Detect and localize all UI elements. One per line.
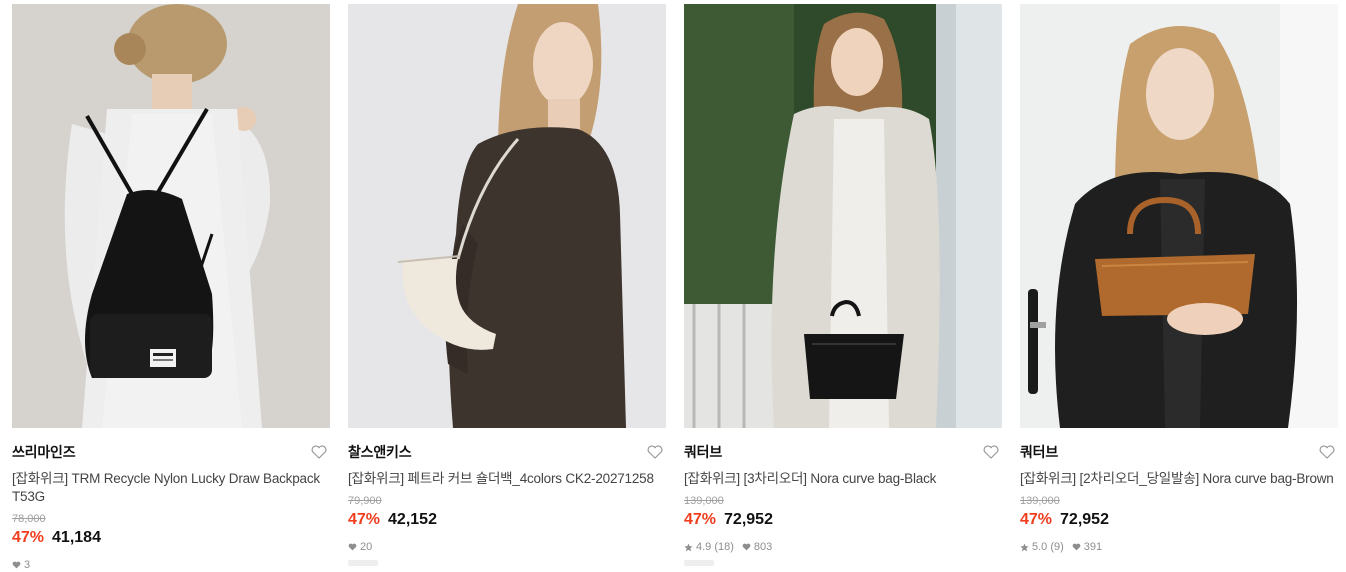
brand-name[interactable]: 찰스앤키스 xyxy=(348,442,412,462)
product-name[interactable]: [잡화위크] TRM Recycle Nylon Lucky Draw Back… xyxy=(12,470,330,506)
shoulder-bag-photo xyxy=(348,4,666,428)
star-icon xyxy=(684,542,693,551)
backpack-photo xyxy=(12,4,330,428)
wishlist-heart-icon[interactable] xyxy=(646,443,664,461)
product-stats: 5.0 (9) 391 xyxy=(1020,540,1338,554)
discount-rate: 47% xyxy=(1020,511,1053,528)
original-price: 139,000 xyxy=(1020,495,1060,507)
product-card[interactable]: 쿼터브 [잡화위크] [3차리오더] Nora curve bag-Black … xyxy=(684,4,1002,566)
wishlist-heart-icon[interactable] xyxy=(982,443,1000,461)
product-card[interactable]: 찰스앤키스 [잡화위크] 페트라 커브 숄더백_4colors CK2-2027… xyxy=(348,4,666,566)
sale-price: 72,952 xyxy=(724,511,773,528)
like-count-value: 803 xyxy=(753,541,773,553)
product-stats: 3 xyxy=(12,558,330,572)
wishlist-heart-icon[interactable] xyxy=(310,443,328,461)
brand-name[interactable]: 쿼터브 xyxy=(684,442,722,462)
tote-bag-black-photo xyxy=(684,4,1002,428)
product-name[interactable]: [잡화위크] 페트라 커브 숄더백_4colors CK2-20271258 xyxy=(348,470,666,488)
rating-value: 4.9 (18) xyxy=(696,541,734,553)
sale-price: 41,184 xyxy=(52,529,101,546)
like-count: 803 xyxy=(742,541,772,553)
heart-icon xyxy=(348,543,357,551)
product-grid: 쓰리마인즈 [잡화위크] TRM Recycle Nylon Lucky Dra… xyxy=(0,0,1346,571)
like-count-value: 391 xyxy=(1083,541,1103,553)
rating: 4.9 (18) xyxy=(684,541,734,553)
heart-icon xyxy=(12,561,21,569)
tote-bag-brown-photo xyxy=(1020,4,1338,428)
product-stats: 20 xyxy=(348,540,666,554)
product-image[interactable] xyxy=(12,4,330,428)
product-image[interactable] xyxy=(348,4,666,428)
product-name[interactable]: [잡화위크] [2차리오더_당일발송] Nora curve bag-Brown xyxy=(1020,470,1338,488)
product-stats: 4.9 (18) 803 xyxy=(684,540,1002,554)
original-price: 79,900 xyxy=(348,495,382,507)
heart-icon xyxy=(742,543,751,551)
original-price: 78,000 xyxy=(12,513,46,525)
discount-rate: 47% xyxy=(348,511,381,528)
discount-rate: 47% xyxy=(684,511,717,528)
product-card[interactable]: 쿼터브 [잡화위크] [2차리오더_당일발송] Nora curve bag-B… xyxy=(1020,4,1338,554)
product-image[interactable] xyxy=(684,4,1002,428)
original-price: 139,000 xyxy=(684,495,724,507)
like-count: 20 xyxy=(348,541,372,553)
star-icon xyxy=(1020,542,1029,551)
rating-value: 5.0 (9) xyxy=(1032,541,1064,553)
like-count: 391 xyxy=(1072,541,1102,553)
heart-icon xyxy=(1072,543,1081,551)
tag-chip xyxy=(348,560,378,566)
brand-name[interactable]: 쿼터브 xyxy=(1020,442,1058,462)
brand-name[interactable]: 쓰리마인즈 xyxy=(12,442,76,462)
product-image[interactable] xyxy=(1020,4,1338,428)
like-count-value: 20 xyxy=(360,541,373,553)
wishlist-heart-icon[interactable] xyxy=(1318,443,1336,461)
sale-price: 42,152 xyxy=(388,511,437,528)
like-count: 3 xyxy=(12,559,30,571)
tag-chip xyxy=(684,560,714,566)
product-card[interactable]: 쓰리마인즈 [잡화위크] TRM Recycle Nylon Lucky Dra… xyxy=(12,4,330,572)
rating: 5.0 (9) xyxy=(1020,541,1064,553)
discount-rate: 47% xyxy=(12,529,45,546)
like-count-value: 3 xyxy=(24,559,31,571)
sale-price: 72,952 xyxy=(1060,511,1109,528)
product-name[interactable]: [잡화위크] [3차리오더] Nora curve bag-Black xyxy=(684,470,1002,488)
